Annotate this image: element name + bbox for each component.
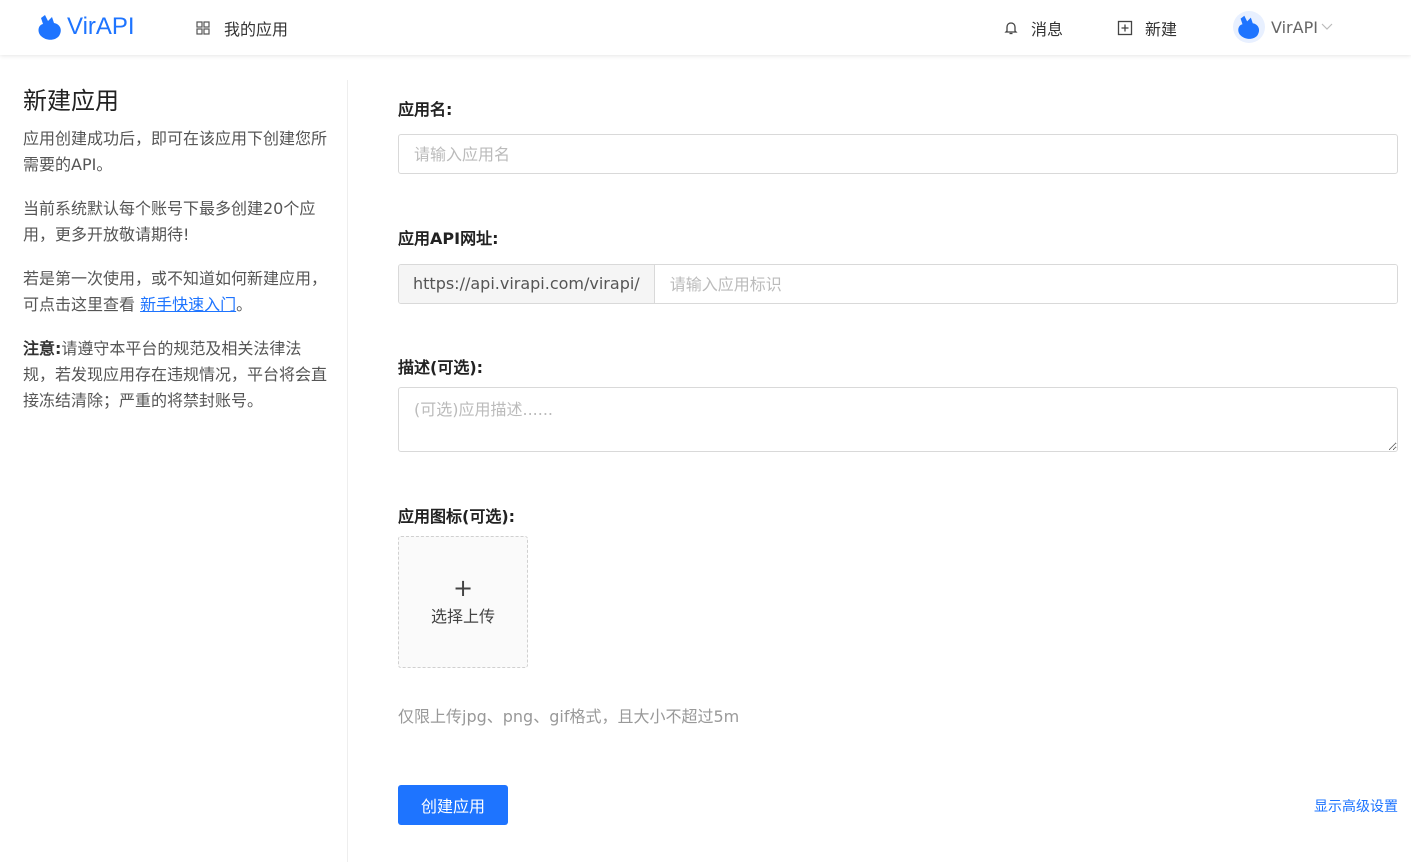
intro-para-3-end: 。 (236, 295, 253, 314)
nav-messages-label: 消息 (1031, 20, 1064, 39)
nav-my-apps[interactable]: 我的应用 (196, 16, 288, 40)
column-divider (347, 80, 348, 862)
bell-icon (1004, 22, 1018, 35)
intro-para-2: 当前系统默认每个账号下最多创建20个应用，更多开放敬请期待! (23, 199, 316, 244)
app-identifier-input[interactable] (654, 265, 1397, 303)
plus-square-icon (1117, 20, 1133, 36)
description-label: 描述(可选): (398, 358, 484, 377)
notice-para: 注意:请遵守本平台的规范及相关法律法规，若发现应用存在违规情况，平台将会直接冻结… (23, 336, 328, 414)
avatar (1233, 11, 1265, 43)
app-name-label: 应用名: (398, 100, 453, 119)
show-advanced-settings-link[interactable]: 显示高级设置 (1314, 796, 1398, 816)
icon-upload-button[interactable]: + 选择上传 (398, 536, 528, 668)
api-url-label: 应用API网址: (398, 229, 499, 248)
intro-panel: 新建应用 应用创建成功后，即可在该应用下创建您所需要的API。 当前系统默认每个… (23, 82, 328, 432)
chevron-down-icon (1321, 23, 1333, 30)
page-title: 新建应用 (23, 87, 119, 115)
grid-icon (196, 21, 210, 35)
top-header: VirAPI 我的应用 消息 新建 VirAPI (0, 0, 1411, 55)
nav-new[interactable]: 新建 (1117, 16, 1177, 40)
notice-text: 请遵守本平台的规范及相关法律法规，若发现应用存在违规情况，平台将会直接冻结清除；… (23, 339, 328, 410)
intro-para-1: 应用创建成功后，即可在该应用下创建您所需要的API。 (23, 129, 328, 174)
plus-icon: + (452, 574, 474, 602)
intro-para-3: 若是第一次使用，或不知道如何新建应用，可点击这里查看 新手快速入门。 (23, 266, 328, 318)
logo-icon (38, 15, 61, 40)
user-menu[interactable]: VirAPI (1233, 11, 1333, 43)
create-app-button[interactable]: 创建应用 (398, 785, 508, 825)
nav-messages[interactable]: 消息 (1003, 16, 1063, 40)
app-name-input[interactable] (398, 134, 1398, 174)
avatar-logo-icon (1238, 15, 1260, 39)
nav-new-label: 新建 (1145, 20, 1178, 39)
user-name: VirAPI (1271, 17, 1318, 37)
brand-name: VirAPI (67, 13, 135, 40)
brand-logo[interactable]: VirAPI (35, 12, 135, 42)
api-url-prefix: https://api.virapi.com/virapi/ (399, 265, 655, 303)
app-icon-label: 应用图标(可选): (398, 507, 516, 526)
upload-hint: 仅限上传jpg、png、gif格式，且大小不超过5m (398, 707, 740, 726)
quickstart-link[interactable]: 新手快速入门 (140, 295, 236, 314)
upload-label: 选择上传 (430, 607, 495, 626)
api-url-group: https://api.virapi.com/virapi/ (398, 264, 1398, 304)
notice-label: 注意: (23, 339, 62, 358)
description-textarea[interactable] (398, 387, 1398, 452)
nav-my-apps-label: 我的应用 (224, 20, 289, 39)
